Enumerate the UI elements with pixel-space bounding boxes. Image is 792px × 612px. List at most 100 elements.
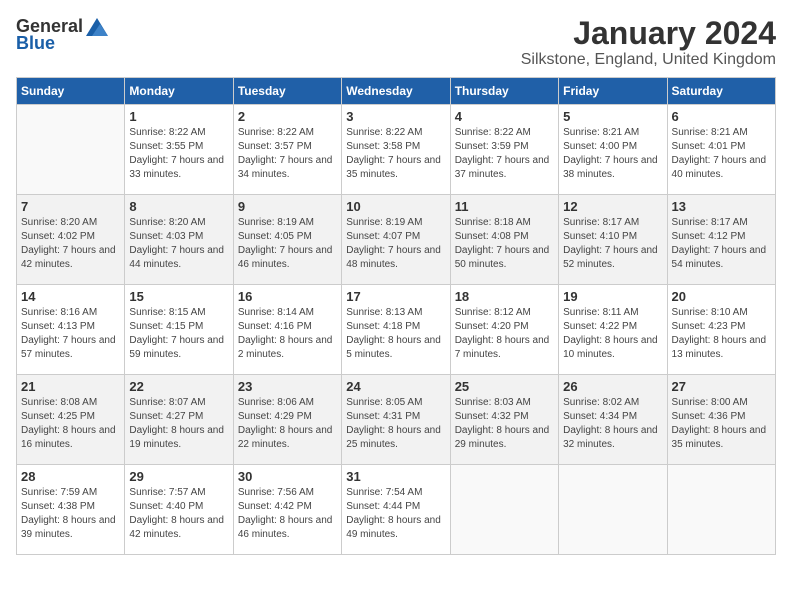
- day-info: Sunrise: 8:22 AMSunset: 3:57 PMDaylight:…: [238, 126, 337, 182]
- day-info: Sunrise: 8:03 AMSunset: 4:32 PMDaylight:…: [455, 396, 554, 452]
- day-info: Sunrise: 8:20 AMSunset: 4:03 PMDaylight:…: [129, 216, 228, 272]
- day-info: Sunrise: 8:18 AMSunset: 4:08 PMDaylight:…: [455, 216, 554, 272]
- logo-icon: [86, 18, 108, 36]
- day-info: Sunrise: 8:13 AMSunset: 4:18 PMDaylight:…: [346, 306, 445, 362]
- day-number: 15: [129, 289, 228, 304]
- table-row: 26 Sunrise: 8:02 AMSunset: 4:34 PMDaylig…: [559, 375, 667, 465]
- day-number: 17: [346, 289, 445, 304]
- calendar-table: Sunday Monday Tuesday Wednesday Thursday…: [16, 77, 776, 555]
- month-title: January 2024: [521, 16, 776, 51]
- table-row: 30 Sunrise: 7:56 AMSunset: 4:42 PMDaylig…: [233, 465, 341, 555]
- table-row: 10 Sunrise: 8:19 AMSunset: 4:07 PMDaylig…: [342, 195, 450, 285]
- table-row: 22 Sunrise: 8:07 AMSunset: 4:27 PMDaylig…: [125, 375, 233, 465]
- table-row: 14 Sunrise: 8:16 AMSunset: 4:13 PMDaylig…: [17, 285, 125, 375]
- day-info: Sunrise: 8:00 AMSunset: 4:36 PMDaylight:…: [672, 396, 771, 452]
- col-monday: Monday: [125, 78, 233, 105]
- day-info: Sunrise: 8:07 AMSunset: 4:27 PMDaylight:…: [129, 396, 228, 452]
- calendar-week-row: 1 Sunrise: 8:22 AMSunset: 3:55 PMDayligh…: [17, 105, 776, 195]
- table-row: [450, 465, 558, 555]
- table-row: 20 Sunrise: 8:10 AMSunset: 4:23 PMDaylig…: [667, 285, 775, 375]
- day-info: Sunrise: 8:22 AMSunset: 3:59 PMDaylight:…: [455, 126, 554, 182]
- day-number: 18: [455, 289, 554, 304]
- table-row: 28 Sunrise: 7:59 AMSunset: 4:38 PMDaylig…: [17, 465, 125, 555]
- day-number: 24: [346, 379, 445, 394]
- calendar-week-row: 28 Sunrise: 7:59 AMSunset: 4:38 PMDaylig…: [17, 465, 776, 555]
- col-sunday: Sunday: [17, 78, 125, 105]
- col-wednesday: Wednesday: [342, 78, 450, 105]
- day-number: 31: [346, 469, 445, 484]
- table-row: 31 Sunrise: 7:54 AMSunset: 4:44 PMDaylig…: [342, 465, 450, 555]
- day-number: 10: [346, 199, 445, 214]
- day-info: Sunrise: 7:57 AMSunset: 4:40 PMDaylight:…: [129, 486, 228, 542]
- day-number: 21: [21, 379, 120, 394]
- day-info: Sunrise: 8:17 AMSunset: 4:10 PMDaylight:…: [563, 216, 662, 272]
- day-number: 2: [238, 109, 337, 124]
- header-row: Sunday Monday Tuesday Wednesday Thursday…: [17, 78, 776, 105]
- day-info: Sunrise: 8:06 AMSunset: 4:29 PMDaylight:…: [238, 396, 337, 452]
- day-info: Sunrise: 8:21 AMSunset: 4:01 PMDaylight:…: [672, 126, 771, 182]
- table-row: 6 Sunrise: 8:21 AMSunset: 4:01 PMDayligh…: [667, 105, 775, 195]
- table-row: 11 Sunrise: 8:18 AMSunset: 4:08 PMDaylig…: [450, 195, 558, 285]
- table-row: 5 Sunrise: 8:21 AMSunset: 4:00 PMDayligh…: [559, 105, 667, 195]
- day-number: 14: [21, 289, 120, 304]
- day-info: Sunrise: 8:08 AMSunset: 4:25 PMDaylight:…: [21, 396, 120, 452]
- day-info: Sunrise: 8:22 AMSunset: 3:58 PMDaylight:…: [346, 126, 445, 182]
- col-saturday: Saturday: [667, 78, 775, 105]
- header: General Blue January 2024 Silkstone, Eng…: [16, 16, 776, 69]
- day-number: 3: [346, 109, 445, 124]
- day-info: Sunrise: 7:59 AMSunset: 4:38 PMDaylight:…: [21, 486, 120, 542]
- day-info: Sunrise: 8:11 AMSunset: 4:22 PMDaylight:…: [563, 306, 662, 362]
- col-friday: Friday: [559, 78, 667, 105]
- table-row: [17, 105, 125, 195]
- location: Silkstone, England, United Kingdom: [521, 51, 776, 69]
- table-row: 3 Sunrise: 8:22 AMSunset: 3:58 PMDayligh…: [342, 105, 450, 195]
- day-info: Sunrise: 8:15 AMSunset: 4:15 PMDaylight:…: [129, 306, 228, 362]
- table-row: 27 Sunrise: 8:00 AMSunset: 4:36 PMDaylig…: [667, 375, 775, 465]
- day-info: Sunrise: 8:16 AMSunset: 4:13 PMDaylight:…: [21, 306, 120, 362]
- day-info: Sunrise: 8:22 AMSunset: 3:55 PMDaylight:…: [129, 126, 228, 182]
- table-row: 16 Sunrise: 8:14 AMSunset: 4:16 PMDaylig…: [233, 285, 341, 375]
- day-number: 26: [563, 379, 662, 394]
- table-row: [667, 465, 775, 555]
- day-info: Sunrise: 8:02 AMSunset: 4:34 PMDaylight:…: [563, 396, 662, 452]
- day-number: 1: [129, 109, 228, 124]
- table-row: 4 Sunrise: 8:22 AMSunset: 3:59 PMDayligh…: [450, 105, 558, 195]
- day-info: Sunrise: 8:12 AMSunset: 4:20 PMDaylight:…: [455, 306, 554, 362]
- day-number: 25: [455, 379, 554, 394]
- day-number: 8: [129, 199, 228, 214]
- table-row: 24 Sunrise: 8:05 AMSunset: 4:31 PMDaylig…: [342, 375, 450, 465]
- table-row: 25 Sunrise: 8:03 AMSunset: 4:32 PMDaylig…: [450, 375, 558, 465]
- table-row: 18 Sunrise: 8:12 AMSunset: 4:20 PMDaylig…: [450, 285, 558, 375]
- table-row: 12 Sunrise: 8:17 AMSunset: 4:10 PMDaylig…: [559, 195, 667, 285]
- day-number: 9: [238, 199, 337, 214]
- day-number: 11: [455, 199, 554, 214]
- col-thursday: Thursday: [450, 78, 558, 105]
- logo: General Blue: [16, 16, 109, 54]
- table-row: 15 Sunrise: 8:15 AMSunset: 4:15 PMDaylig…: [125, 285, 233, 375]
- day-number: 22: [129, 379, 228, 394]
- day-info: Sunrise: 8:17 AMSunset: 4:12 PMDaylight:…: [672, 216, 771, 272]
- calendar-week-row: 14 Sunrise: 8:16 AMSunset: 4:13 PMDaylig…: [17, 285, 776, 375]
- table-row: 1 Sunrise: 8:22 AMSunset: 3:55 PMDayligh…: [125, 105, 233, 195]
- day-number: 13: [672, 199, 771, 214]
- day-info: Sunrise: 8:05 AMSunset: 4:31 PMDaylight:…: [346, 396, 445, 452]
- day-number: 16: [238, 289, 337, 304]
- table-row: 19 Sunrise: 8:11 AMSunset: 4:22 PMDaylig…: [559, 285, 667, 375]
- day-info: Sunrise: 8:19 AMSunset: 4:05 PMDaylight:…: [238, 216, 337, 272]
- day-number: 28: [21, 469, 120, 484]
- day-info: Sunrise: 8:21 AMSunset: 4:00 PMDaylight:…: [563, 126, 662, 182]
- table-row: 29 Sunrise: 7:57 AMSunset: 4:40 PMDaylig…: [125, 465, 233, 555]
- table-row: 21 Sunrise: 8:08 AMSunset: 4:25 PMDaylig…: [17, 375, 125, 465]
- day-number: 30: [238, 469, 337, 484]
- day-info: Sunrise: 7:54 AMSunset: 4:44 PMDaylight:…: [346, 486, 445, 542]
- table-row: 17 Sunrise: 8:13 AMSunset: 4:18 PMDaylig…: [342, 285, 450, 375]
- day-info: Sunrise: 8:14 AMSunset: 4:16 PMDaylight:…: [238, 306, 337, 362]
- day-number: 6: [672, 109, 771, 124]
- title-area: January 2024 Silkstone, England, United …: [521, 16, 776, 69]
- table-row: [559, 465, 667, 555]
- table-row: 7 Sunrise: 8:20 AMSunset: 4:02 PMDayligh…: [17, 195, 125, 285]
- table-row: 13 Sunrise: 8:17 AMSunset: 4:12 PMDaylig…: [667, 195, 775, 285]
- table-row: 8 Sunrise: 8:20 AMSunset: 4:03 PMDayligh…: [125, 195, 233, 285]
- table-row: 2 Sunrise: 8:22 AMSunset: 3:57 PMDayligh…: [233, 105, 341, 195]
- calendar-week-row: 7 Sunrise: 8:20 AMSunset: 4:02 PMDayligh…: [17, 195, 776, 285]
